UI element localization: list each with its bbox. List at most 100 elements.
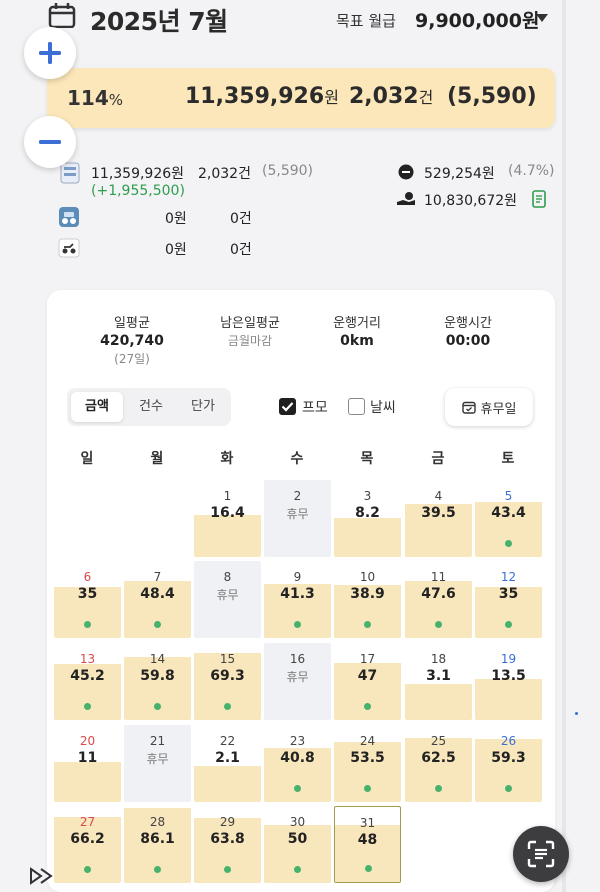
goal-percent: 114% xyxy=(67,86,124,110)
day-number: 22 xyxy=(219,734,236,748)
weekday-label: 수 xyxy=(290,451,304,467)
day-amount-fill xyxy=(475,739,542,802)
calendar-day-cell[interactable]: 4 39.5 xyxy=(405,480,472,557)
promo-label[interactable]: 프모 xyxy=(302,397,328,417)
day-number: 26 xyxy=(500,734,517,748)
calendar-check-icon xyxy=(461,401,476,414)
day-amount: 39.5 xyxy=(421,505,456,521)
calendar-day-cell[interactable]: 30 50 xyxy=(264,806,331,883)
weekday-label: 금 xyxy=(431,451,445,467)
day-number: 6 xyxy=(83,570,92,584)
calendar-day-cell[interactable]: 10 38.9 xyxy=(334,561,401,638)
page-title[interactable]: 2025년 7월 xyxy=(90,2,228,38)
promo-dot-icon xyxy=(224,703,231,710)
day-amount: 47.6 xyxy=(421,586,456,602)
day-amount: 13.5 xyxy=(491,668,526,684)
stat-remaining-daily-average: 남은일평균 금월마감 xyxy=(220,316,280,348)
platform3-amount: 0원 xyxy=(165,242,187,258)
calendar-day-cell[interactable]: 9 41.3 xyxy=(264,561,331,638)
scroll-indicator xyxy=(575,712,578,715)
playback-icon[interactable] xyxy=(28,866,56,886)
calendar-day-cell[interactable]: 20 11 xyxy=(54,725,121,802)
day-number: 20 xyxy=(79,734,96,748)
promo-dot-icon xyxy=(154,866,161,873)
day-amount: 62.5 xyxy=(421,750,456,766)
day-amount: 16.4 xyxy=(210,505,245,521)
deduction-amount: 529,254원 xyxy=(424,166,495,182)
day-amount-fill xyxy=(124,657,191,720)
summary-count: 2,032건 xyxy=(349,84,434,109)
day-number: 19 xyxy=(500,652,517,666)
minus-icon xyxy=(39,140,61,144)
calendar-day-cell[interactable]: 2 휴무 xyxy=(264,480,331,557)
day-number: 28 xyxy=(149,815,166,829)
calendar-day-cell[interactable]: 22 2.1 xyxy=(194,725,261,802)
calendar-day-cell[interactable]: 25 62.5 xyxy=(405,725,472,802)
calendar-day-cell[interactable]: 11 47.6 xyxy=(405,561,472,638)
platform1-delta: (+1,955,500) xyxy=(91,183,185,199)
day-amount-fill xyxy=(475,679,542,720)
calendar-day-cell[interactable]: 21 휴무 xyxy=(124,725,191,802)
calendar-day-cell[interactable]: 31 48 xyxy=(334,806,401,883)
calendar-day-cell[interactable]: 3 8.2 xyxy=(334,480,401,557)
holiday-button[interactable]: 휴무일 xyxy=(445,388,533,426)
calendar-day-cell[interactable]: 29 63.8 xyxy=(194,806,261,883)
day-number: 1 xyxy=(223,489,232,503)
platform1-count: 2,032건 xyxy=(198,166,251,182)
calendar-day-cell[interactable]: 14 59.8 xyxy=(124,643,191,720)
calendar-day-cell[interactable]: 15 69.3 xyxy=(194,643,261,720)
calendar-day-cell[interactable]: 8 휴무 xyxy=(194,561,261,638)
calendar-day-cell[interactable]: 17 47 xyxy=(334,643,401,720)
scan-document-icon xyxy=(527,840,555,868)
calendar-day-cell[interactable]: 27 66.2 xyxy=(54,806,121,883)
target-salary-value[interactable]: 9,900,000원 xyxy=(415,6,539,33)
monthly-summary-bar[interactable]: 114% 11,359,926원 2,032건 (5,590) xyxy=(47,68,555,128)
day-number: 18 xyxy=(430,652,447,666)
calendar-day-cell[interactable]: 5 43.4 xyxy=(475,480,542,557)
segment-amount[interactable]: 금액 xyxy=(71,392,123,422)
weekday-label: 화 xyxy=(220,451,234,467)
day-number: 7 xyxy=(153,570,162,584)
calendar-day-cell[interactable]: 16 휴무 xyxy=(264,643,331,720)
zoom-out-button[interactable] xyxy=(24,116,76,168)
promo-dot-icon xyxy=(364,703,371,710)
day-number: 30 xyxy=(289,815,306,829)
calendar-day-cell[interactable]: 18 3.1 xyxy=(405,643,472,720)
platform2-count: 0건 xyxy=(230,211,252,227)
calendar-day-cell[interactable]: 6 35 xyxy=(54,561,121,638)
stat-distance: 운행거리 0km xyxy=(333,316,381,349)
calendar-day-cell[interactable]: 26 59.3 xyxy=(475,725,542,802)
scroll-rail[interactable] xyxy=(562,0,566,892)
calendar-day-cell[interactable]: 7 48.4 xyxy=(124,561,191,638)
calendar-day-cell[interactable]: 19 13.5 xyxy=(475,643,542,720)
promo-dot-icon xyxy=(224,866,231,873)
day-amount: 59.8 xyxy=(140,668,175,684)
segment-unit-price[interactable]: 단가 xyxy=(177,392,229,422)
zoom-in-button[interactable] xyxy=(24,27,76,79)
scan-button[interactable] xyxy=(513,826,569,882)
platform1-sub: (5,590) xyxy=(262,163,314,179)
scooter-icon xyxy=(58,238,80,258)
segment-count[interactable]: 건수 xyxy=(125,392,177,422)
day-number: 25 xyxy=(430,734,447,748)
calendar-day-cell[interactable]: 24 53.5 xyxy=(334,725,401,802)
promo-dot-icon xyxy=(154,703,161,710)
chevron-down-icon[interactable] xyxy=(536,14,548,22)
receipt-icon[interactable] xyxy=(532,190,546,208)
day-amount: 50 xyxy=(287,831,308,847)
weather-label[interactable]: 날씨 xyxy=(370,397,396,417)
day-amount-fill xyxy=(194,766,261,802)
weather-checkbox[interactable] xyxy=(348,398,365,415)
stat-daily-average: 일평균 420,740 (27일) xyxy=(100,316,164,366)
day-amount-fill xyxy=(334,518,401,557)
calendar-day-cell[interactable]: 28 86.1 xyxy=(124,806,191,883)
calendar-day-cell[interactable]: 13 45.2 xyxy=(54,643,121,720)
calendar-day-cell[interactable]: 1 16.4 xyxy=(194,480,261,557)
calendar-day-cell[interactable]: 23 40.8 xyxy=(264,725,331,802)
day-number: 12 xyxy=(500,570,517,584)
promo-checkbox[interactable] xyxy=(279,398,296,415)
promo-dot-icon xyxy=(84,703,91,710)
calendar-day-cell[interactable]: 12 35 xyxy=(475,561,542,638)
day-off-label: 휴무 xyxy=(286,507,309,521)
day-amount: 86.1 xyxy=(140,831,175,847)
